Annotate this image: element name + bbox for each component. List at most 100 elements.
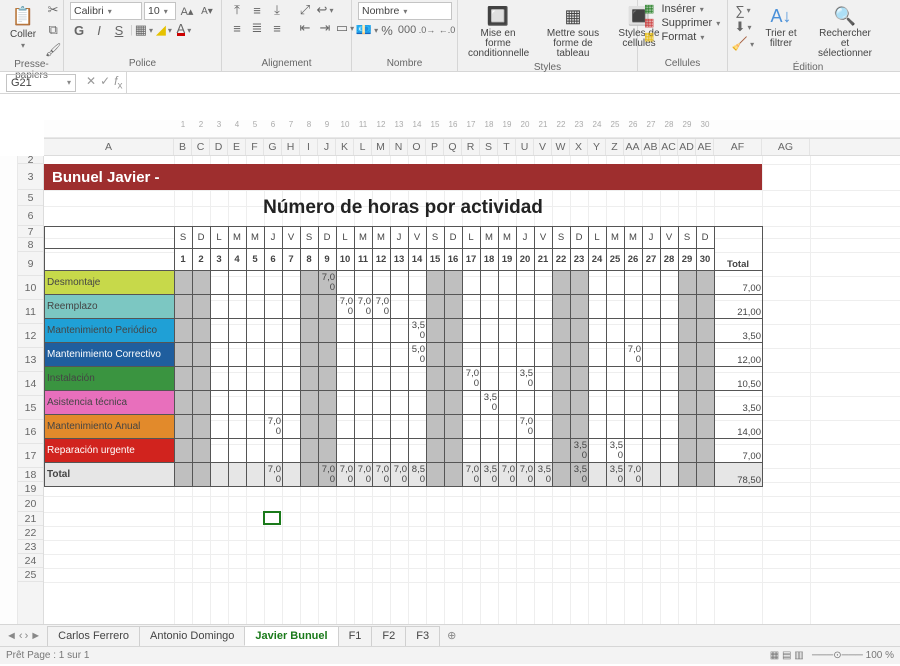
row-header-22[interactable]: 22 [18,526,43,540]
row-headers[interactable]: 235678910111213141516171819202122232425 [18,156,44,624]
orientation-icon[interactable]: ⤢ [296,2,314,18]
row-header-25[interactable]: 25 [18,568,43,582]
view-controls[interactable]: ▦ ▤ ▥ ───⊙─── 100 % [770,650,894,661]
col-header-Z[interactable]: Z [606,139,624,155]
col-header-AE[interactable]: AE [696,139,714,155]
comma-icon[interactable]: 000 [398,22,416,38]
col-header-V[interactable]: V [534,139,552,155]
sort-filter-button[interactable]: A↓ Trier et filtrer [756,2,806,51]
col-header-M[interactable]: M [372,139,390,155]
sheet-tab[interactable]: F1 [338,626,373,646]
row-header-12[interactable]: 12 [18,324,43,348]
row-header-15[interactable]: 15 [18,396,43,420]
underline-button[interactable]: S [110,22,128,38]
hours-table[interactable]: SDLMMJVSDLMMJVSDLMMJVSDLMMJVSDTotal12345… [44,226,763,487]
insert-cells-button[interactable]: ▦ Insérer [644,2,704,15]
font-name-select[interactable]: Calibri [70,2,142,20]
font-color-icon[interactable]: A [175,22,193,38]
col-header-AC[interactable]: AC [660,139,678,155]
format-cells-button[interactable]: ▦ Format [644,30,704,43]
currency-icon[interactable]: 💶 [358,22,376,38]
sheet-tab[interactable]: Antonio Domingo [139,626,245,646]
italic-button[interactable]: I [90,22,108,38]
col-header-AF[interactable]: AF [714,139,762,155]
row-header-5[interactable]: 5 [18,190,43,206]
row-header-10[interactable]: 10 [18,276,43,300]
cut-icon[interactable]: ✂ [44,2,62,18]
col-header-Y[interactable]: Y [588,139,606,155]
row-header-7[interactable]: 7 [18,226,43,238]
increase-decimal-icon[interactable]: .0→ [418,22,436,38]
fill-icon[interactable]: ⬇ [734,19,752,35]
delete-cells-button[interactable]: ▦ Supprimer [644,16,720,29]
bold-button[interactable]: G [70,22,88,38]
name-box[interactable]: G21▾ [6,74,76,92]
col-header-K[interactable]: K [336,139,354,155]
col-header-E[interactable]: E [228,139,246,155]
row-header-17[interactable]: 17 [18,444,43,468]
row-header-14[interactable]: 14 [18,372,43,396]
col-header-N[interactable]: N [390,139,408,155]
col-header-S[interactable]: S [480,139,498,155]
row-header-2[interactable]: 2 [18,156,43,164]
wrap-text-icon[interactable]: ↩ [316,2,334,18]
col-header-C[interactable]: C [192,139,210,155]
row-header-21[interactable]: 21 [18,512,43,526]
row-header-9[interactable]: 9 [18,252,43,276]
align-top-icon[interactable]: ⤒ [228,2,246,18]
col-header-AG[interactable]: AG [762,139,810,155]
number-format-select[interactable]: Nombre [358,2,452,20]
row-header-6[interactable]: 6 [18,206,43,226]
tab-first-icon[interactable]: ◄ [6,630,17,642]
percent-icon[interactable]: % [378,22,396,38]
col-header-W[interactable]: W [552,139,570,155]
align-center-icon[interactable]: ≣ [248,20,266,36]
row-header-19[interactable]: 19 [18,482,43,496]
increase-indent-icon[interactable]: ⇥ [316,20,334,36]
row-header-24[interactable]: 24 [18,554,43,568]
col-header-R[interactable]: R [462,139,480,155]
formula-input[interactable] [126,72,900,93]
find-select-button[interactable]: 🔍 Rechercher et sélectionner [810,2,880,61]
decrease-font-icon[interactable]: A▾ [198,3,216,19]
col-header-B[interactable]: B [174,139,192,155]
decrease-indent-icon[interactable]: ⇤ [296,20,314,36]
sheet-tab[interactable]: Javier Bunuel [244,626,338,646]
col-header-D[interactable]: D [210,139,228,155]
col-header-Q[interactable]: Q [444,139,462,155]
sheet-tab[interactable]: Carlos Ferrero [47,626,140,646]
col-header-U[interactable]: U [516,139,534,155]
col-header-AB[interactable]: AB [642,139,660,155]
fill-color-icon[interactable]: ◢ [155,22,173,38]
autosum-icon[interactable]: ∑ [734,2,752,18]
row-header-20[interactable]: 20 [18,496,43,512]
row-header-16[interactable]: 16 [18,420,43,444]
col-header-F[interactable]: F [246,139,264,155]
decrease-decimal-icon[interactable]: ←.0 [438,22,456,38]
fx-icon[interactable]: fx [114,74,122,91]
col-header-I[interactable]: I [300,139,318,155]
align-middle-icon[interactable]: ≡ [248,2,266,18]
col-header-T[interactable]: T [498,139,516,155]
col-header-X[interactable]: X [570,139,588,155]
conditional-formatting-button[interactable]: 🔲 Mise en forme conditionnelle [464,2,532,61]
row-header-13[interactable]: 13 [18,348,43,372]
tab-next-icon[interactable]: › [25,630,29,642]
col-header-H[interactable]: H [282,139,300,155]
col-header-AD[interactable]: AD [678,139,696,155]
row-header-23[interactable]: 23 [18,540,43,554]
row-header-8[interactable]: 8 [18,238,43,252]
col-header-AA[interactable]: AA [624,139,642,155]
font-size-select[interactable]: 10 [144,2,176,20]
cancel-formula-icon[interactable]: ✕ [86,74,96,91]
clear-icon[interactable]: 🧹 [734,36,752,52]
align-right-icon[interactable]: ≡ [268,20,286,36]
col-header-O[interactable]: O [408,139,426,155]
accept-formula-icon[interactable]: ✓ [100,74,110,91]
align-left-icon[interactable]: ≡ [228,20,246,36]
row-header-3[interactable]: 3 [18,164,43,190]
col-header-P[interactable]: P [426,139,444,155]
sheet-tab[interactable]: F3 [405,626,440,646]
sheet-tab[interactable]: F2 [371,626,406,646]
row-header-11[interactable]: 11 [18,300,43,324]
